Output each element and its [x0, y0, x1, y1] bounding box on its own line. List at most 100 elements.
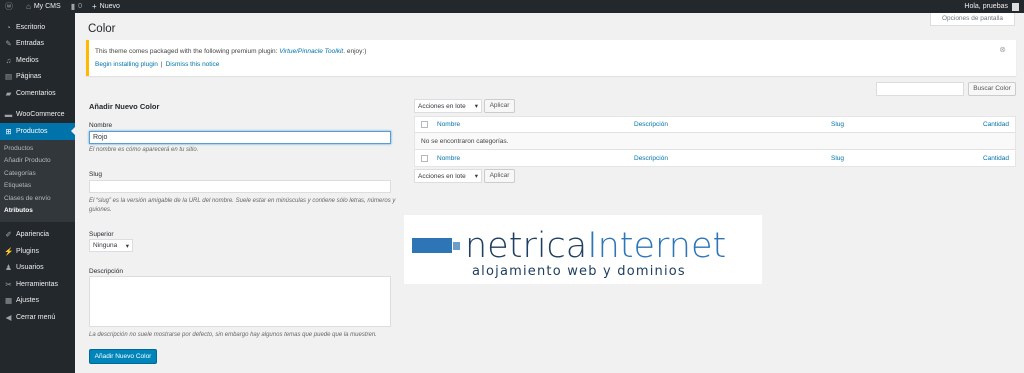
wordpress-logo-icon: ⓦ [5, 1, 13, 11]
site-name-link[interactable]: ⌂ My CMS [21, 0, 66, 13]
sidebar-item-plugins[interactable]: ⚡ Plugins [0, 243, 75, 260]
empty-row: No se encontraron categorías. [415, 133, 1015, 150]
wordpress-logo-button[interactable]: ⓦ [0, 0, 21, 13]
add-new-color-button[interactable]: Añadir Nuevo Color [89, 349, 157, 364]
column-footer-slug[interactable]: Slug [831, 155, 844, 162]
netrica-logo-graphic: netricaInternet alojamiento web y domini… [412, 226, 726, 279]
column-footer-cantidad[interactable]: Cantidad [983, 155, 1009, 162]
dismiss-notice-link[interactable]: Dismiss this notice [166, 61, 220, 68]
sidebar-item-ajustes[interactable]: ▦ Ajustes [0, 293, 75, 310]
netrica-logo: netricaInternet alojamiento web y domini… [404, 215, 762, 284]
sidebar-item-label: Productos [16, 127, 48, 135]
screen-options-button[interactable]: Opciones de pantalla [930, 13, 1015, 26]
submenu-categorias[interactable]: Categorías [0, 168, 75, 181]
admin-sidebar: ◔ Escritorio ✎ Entradas ♫ Medios ▤ Páginas ▰ Come… [0, 13, 75, 373]
sidebar-item-label: Herramientas [16, 280, 59, 288]
new-label: Nuevo [99, 3, 120, 10]
parent-label: Superior [89, 231, 114, 238]
plus-icon: + [92, 1, 97, 11]
name-field[interactable]: Rojo [89, 131, 391, 144]
slug-label: Slug [89, 171, 103, 178]
woocommerce-icon: ▬ [4, 110, 13, 119]
column-footer-nombre[interactable]: Nombre [437, 155, 460, 162]
parent-select[interactable]: Ninguna ▾ [89, 239, 133, 252]
column-header-slug[interactable]: Slug [831, 121, 844, 128]
column-header-descripcion[interactable]: Descripción [634, 121, 668, 128]
avatar [1012, 2, 1019, 11]
column-header-nombre[interactable]: Nombre [437, 121, 460, 128]
sidebar-item-label: Ajustes [16, 297, 39, 305]
select-all-checkbox-footer[interactable] [421, 154, 428, 162]
greeting: Hola, pruebas [964, 3, 1008, 10]
submenu-anadir-producto[interactable]: Añadir Producto [0, 155, 75, 168]
dropdown-arrow-icon: ▾ [125, 242, 129, 250]
home-icon: ⌂ [26, 1, 31, 11]
admin-bar: ⓦ ⌂ My CMS ▮ 0 + Nuevo Hola, pruebas [0, 0, 1024, 13]
sidebar-item-escritorio[interactable]: ◔ Escritorio [0, 19, 75, 36]
submenu-productos[interactable]: Productos [0, 143, 75, 156]
logo-tagline: alojamiento web y dominios [472, 264, 686, 279]
plugin-name: Virtue/Pinnacle Toolkit [279, 48, 344, 55]
cart-icon: ⊞ [5, 126, 12, 136]
sidebar-item-woocommerce[interactable]: ▬ WooCommerce [0, 107, 75, 124]
empty-message: No se encontraron categorías. [421, 137, 509, 145]
submenu-etiquetas[interactable]: Etiquetas [0, 180, 75, 193]
page-title: Color [88, 23, 116, 35]
products-submenu: Productos Añadir Producto Categorías Eti… [0, 139, 75, 222]
new-content-link[interactable]: + Nuevo [87, 0, 125, 13]
name-description: El nombre es cómo aparecerá en tu sitio. [89, 147, 199, 153]
column-footer-descripcion[interactable]: Descripción [634, 155, 668, 162]
sidebar-item-label: Plugins [16, 247, 39, 255]
install-plugin-link[interactable]: Begin installing plugin [95, 61, 158, 68]
sidebar-item-label: Escritorio [16, 23, 46, 31]
search-input[interactable] [876, 82, 964, 96]
bulk-actions-select-bottom[interactable]: Acciones en lote ▾ [414, 169, 482, 183]
sidebar-item-herramientas[interactable]: ✂ Herramientas [0, 276, 75, 293]
submenu-atributos[interactable]: Atributos [0, 205, 75, 218]
page-icon: ▤ [4, 72, 13, 81]
search-button[interactable]: Buscar Color [968, 82, 1016, 96]
name-label: Nombre [89, 122, 113, 129]
pin-icon: ✎ [5, 39, 12, 48]
sidebar-item-entradas[interactable]: ✎ Entradas [0, 36, 75, 53]
settings-icon: ▦ [4, 296, 13, 305]
description-label: Descripción [89, 268, 123, 275]
sidebar-item-cerrar-menú[interactable]: ◀ Cerrar menú [0, 309, 75, 326]
notice-links: Begin installing plugin | Dismiss this not… [95, 61, 220, 68]
appearance-icon: ✐ [5, 230, 12, 239]
sidebar-item-medios[interactable]: ♫ Medios [0, 52, 75, 69]
sidebar-item-label: Medios [16, 56, 39, 64]
comments-link[interactable]: ▮ 0 [66, 0, 87, 13]
sidebar-item-label: Usuarios [16, 264, 44, 272]
sidebar-item-usuarios[interactable]: ♟ Usuarios [0, 260, 75, 277]
sidebar-item-páginas[interactable]: ▤ Páginas [0, 69, 75, 86]
submenu-clases-envio[interactable]: Clases de envío [0, 193, 75, 206]
sidebar-item-label: Comentarios [16, 89, 56, 97]
logo-wordmark: netricaInternet [465, 226, 726, 266]
notice-text: This theme comes packaged with the follo… [95, 48, 367, 55]
slug-field[interactable] [89, 180, 391, 193]
select-all-checkbox[interactable] [421, 121, 428, 128]
apply-button-bottom[interactable]: Aplicar [484, 169, 515, 183]
slug-description: El “slug” es la versión amigable de la U… [89, 198, 396, 213]
comments-icon: ▰ [5, 88, 12, 98]
logo-square [453, 242, 460, 250]
dismiss-icon[interactable]: ⊗ [999, 45, 1006, 54]
comments-count: 0 [78, 3, 82, 10]
sidebar-item-comentarios[interactable]: ▰ Comentarios [0, 85, 75, 102]
sidebar-item-apariencia[interactable]: ✐ Apariencia [0, 227, 75, 244]
tools-icon: ✂ [5, 279, 12, 289]
description-textarea[interactable] [89, 276, 391, 327]
description-help: La descripción no suele mostrarse por de… [89, 332, 377, 338]
bulk-actions-select-top[interactable]: Acciones en lote ▾ [414, 99, 482, 113]
account-menu[interactable]: Hola, pruebas [964, 2, 1024, 11]
dropdown-arrow-icon: ▾ [474, 173, 478, 180]
column-header-cantidad[interactable]: Cantidad [983, 121, 1009, 128]
sidebar-item-label: Cerrar menú [16, 313, 56, 321]
sidebar-item-productos[interactable]: ⊞ Productos [0, 123, 75, 140]
media-icon: ♫ [5, 55, 12, 65]
terms-table: Nombre Descripción Slug Cantidad No se e… [414, 116, 1016, 167]
apply-button-top[interactable]: Aplicar [484, 99, 515, 113]
sidebar-item-label: Apariencia [16, 231, 50, 239]
users-icon: ♟ [5, 263, 12, 272]
